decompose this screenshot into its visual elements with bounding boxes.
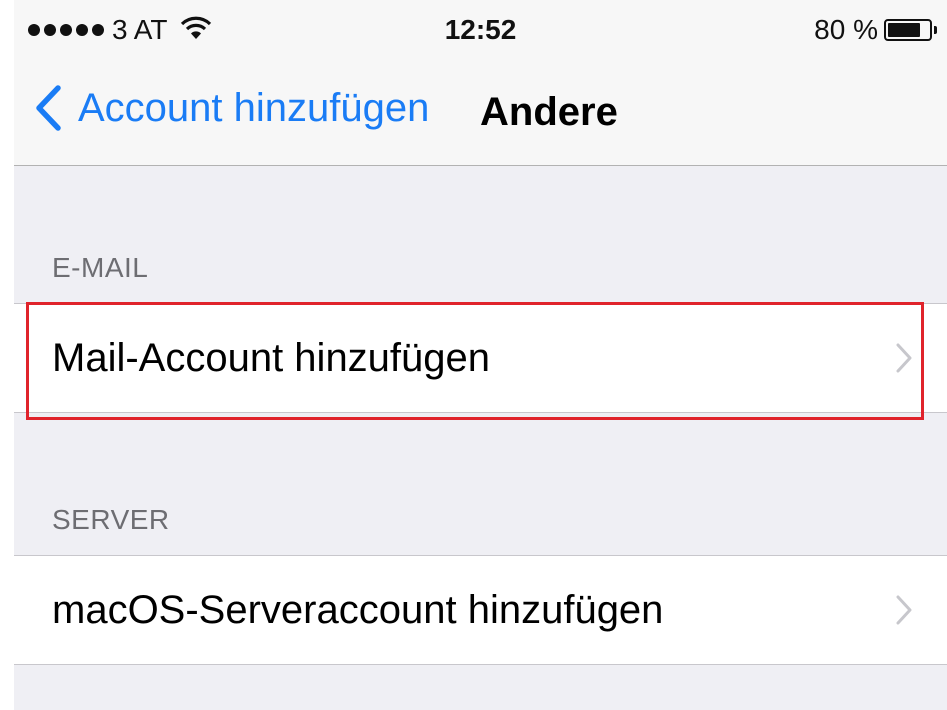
status-right: 80 %	[814, 14, 937, 46]
section-header-server: SERVER	[52, 504, 170, 535]
chevron-right-icon	[896, 343, 912, 373]
chevron-left-icon	[36, 85, 61, 131]
battery-level	[888, 23, 920, 37]
cell-label: Mail-Account hinzufügen	[52, 336, 491, 380]
clock: 12:52	[444, 14, 517, 45]
add-macos-server-account-cell[interactable]: macOS-Serveraccount hinzufügen	[14, 555, 947, 665]
add-mail-account-cell[interactable]: Mail-Account hinzufügen	[14, 303, 947, 413]
battery-tip	[934, 26, 937, 34]
cell-label: macOS-Serveraccount hinzufügen	[52, 588, 664, 632]
settings-screen: 3 AT 12:52 80 % Account hinzufügen Ander…	[14, 0, 947, 710]
status-bar: 3 AT 12:52 80 %	[14, 0, 947, 62]
page-title: Andere	[480, 90, 618, 134]
battery-percent: 80 %	[814, 14, 878, 45]
battery-icon	[884, 19, 932, 41]
navigation-bar: Account hinzufügen Andere	[14, 62, 947, 166]
section-header-email: E-MAIL	[52, 252, 149, 283]
back-button[interactable]: Account hinzufügen	[34, 84, 429, 132]
chevron-right-icon	[896, 595, 912, 625]
back-button-label: Account hinzufügen	[78, 85, 430, 130]
